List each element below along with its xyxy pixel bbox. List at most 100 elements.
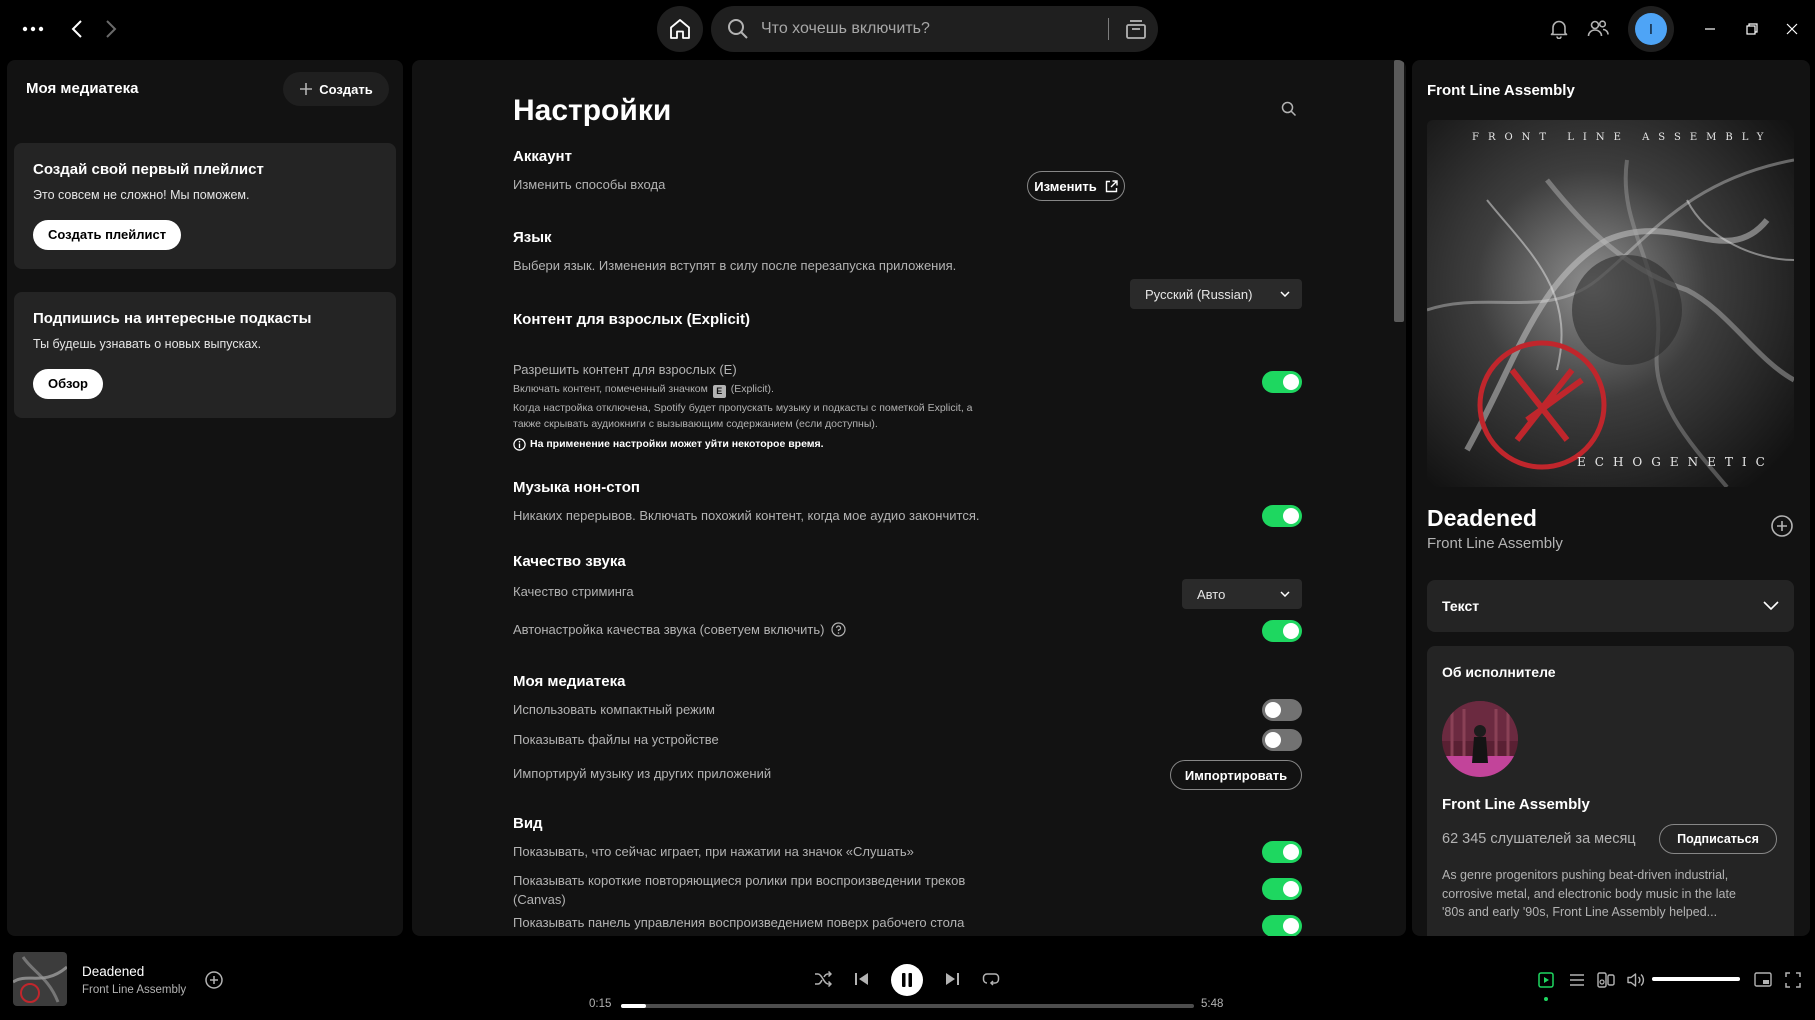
language-select[interactable]: Русский (Russian) [1130,279,1302,309]
progress-bar[interactable] [621,1004,1194,1008]
search-input[interactable] [761,20,1101,38]
local-files-label: Показывать файлы на устройстве [513,732,719,747]
artist-image [1442,701,1518,777]
card-title: Создай свой первый плейлист [33,161,264,178]
settings-search-icon[interactable] [1274,94,1304,124]
import-button[interactable]: Импортировать [1170,760,1302,790]
now-playing-thumbnail[interactable] [13,952,67,1006]
browse-podcasts-button[interactable]: Обзор [33,369,103,399]
miniplayer-icon[interactable] [1751,968,1775,992]
info-icon [513,437,526,451]
volume-fill [1652,977,1740,981]
fullscreen-icon[interactable] [1781,968,1805,992]
card-text: Ты будешь узнавать о новых выпусках. [33,337,262,351]
home-icon[interactable] [657,6,703,52]
monthly-listeners: 62 345 слушателей за месяц [1442,831,1636,847]
settings-panel: Настройки Аккаунт Изменить способы входа… [412,60,1406,936]
back-arrow-icon[interactable] [62,14,92,44]
create-playlist-button[interactable]: Создать плейлист [33,220,182,250]
notifications-bell-icon[interactable] [1544,14,1574,44]
podcasts-card: Подпишись на интересные подкасты Ты буде… [14,292,396,418]
artist-description: As genre progenitors pushing beat-driven… [1442,868,1736,919]
connect-device-icon[interactable] [1594,968,1618,992]
section-account: Аккаунт [513,148,572,165]
friend-activity-icon[interactable] [1583,14,1613,44]
previous-track-icon[interactable] [848,965,876,993]
create-button[interactable]: Создать [283,72,389,106]
auto-quality-toggle[interactable] [1262,620,1302,642]
explicit-description-2: Когда настройка отключена, Spotify будет… [513,402,973,414]
explicit-toggle[interactable] [1262,371,1302,393]
elapsed-time: 0:15 [589,998,612,1010]
top-bar: I [0,0,1815,60]
local-files-toggle[interactable] [1262,729,1302,751]
plus-icon [300,83,313,95]
browse-icon[interactable] [1114,6,1158,52]
desktop-overlay-label: Показывать панель управления воспроизвед… [513,915,965,930]
forward-arrow-icon[interactable] [96,14,126,44]
about-artist-heading: Об исполнителе [1442,664,1556,680]
display-row-1-label: Показывать, что сейчас играет, при нажат… [513,844,914,859]
create-button-label: Создать [319,81,373,97]
now-playing-view-icon[interactable] [1534,968,1558,992]
library-title: Моя медиатека [26,80,139,97]
explicit-description-3: также скрывать аудиокниги с вызывающим с… [513,418,878,430]
progress-fill [621,1004,646,1008]
autoplay-label: Никаких перерывов. Включать похожий конт… [513,508,980,523]
total-duration: 5:48 [1201,998,1224,1010]
autoplay-toggle[interactable] [1262,505,1302,527]
minimize-window-icon[interactable] [1695,14,1725,44]
about-artist-card[interactable]: Об исполнителе Front Line Assembly 62 34… [1427,646,1794,936]
desktop-overlay-toggle[interactable] [1262,915,1302,936]
search-bar [711,6,1158,52]
compact-mode-toggle[interactable] [1262,699,1302,721]
close-window-icon[interactable] [1777,14,1807,44]
pause-icon [902,973,912,987]
more-options-icon[interactable] [16,14,50,44]
now-playing-artist[interactable]: Front Line Assembly [1427,535,1563,552]
lyrics-label: Текст [1442,598,1480,614]
change-login-button[interactable]: Изменить [1027,171,1125,201]
change-login-button-label: Изменить [1034,178,1097,194]
add-to-library-icon[interactable] [1770,514,1794,538]
settings-scrollbar[interactable] [1394,60,1404,322]
chevron-down-icon [1280,591,1290,597]
language-label: Выбери язык. Изменения вступят в силу по… [513,258,957,273]
shuffle-icon[interactable] [809,965,837,993]
streaming-quality-select[interactable]: Авто [1182,579,1302,609]
lyrics-card[interactable]: Текст [1427,580,1794,632]
canvas-label-line-1: Показывать короткие повторяющиеся ролики… [513,873,966,888]
streaming-quality-label: Качество стриминга [513,584,634,599]
profile-avatar-button[interactable]: I [1628,6,1674,52]
canvas-toggle[interactable] [1262,878,1302,900]
help-icon[interactable] [831,622,847,637]
queue-icon[interactable] [1565,968,1589,992]
cover-album-text: ECHOGENETIC [1577,455,1774,469]
now-playing-song-title[interactable]: Deadened [1427,505,1537,532]
repeat-icon[interactable] [977,965,1005,993]
chevron-down-icon [1763,601,1779,611]
player-add-icon[interactable] [204,970,224,990]
next-track-icon[interactable] [938,965,966,993]
change-login-label: Изменить способы входа [513,177,666,192]
section-language: Язык [513,229,552,246]
card-title: Подпишись на интересные подкасты [33,310,312,327]
canvas-label-line-2: (Canvas) [513,892,566,907]
restore-window-icon[interactable] [1737,14,1767,44]
create-playlist-card: Создай свой первый плейлист Это совсем н… [14,143,396,269]
section-explicit: Контент для взрослых (Explicit) [513,311,750,328]
player-song-title[interactable]: Deadened [82,964,144,979]
display-row-1-toggle[interactable] [1262,841,1302,863]
volume-slider[interactable] [1652,977,1740,981]
album-cover[interactable]: FRONT LINE ASSEMBLY ECHOGENETIC [1427,120,1794,487]
player-artist[interactable]: Front Line Assembly [82,984,186,996]
card-text: Это совсем не сложно! Мы поможем. [33,188,250,202]
about-artist-name[interactable]: Front Line Assembly [1442,796,1590,813]
follow-button[interactable]: Подписаться [1659,824,1777,854]
section-audio-quality: Качество звука [513,553,626,570]
streaming-quality-value: Авто [1197,586,1226,602]
now-playing-header: Front Line Assembly [1427,82,1575,99]
pause-button[interactable] [891,964,923,996]
explicit-badge-icon: E [712,385,726,398]
volume-icon[interactable] [1624,968,1648,992]
